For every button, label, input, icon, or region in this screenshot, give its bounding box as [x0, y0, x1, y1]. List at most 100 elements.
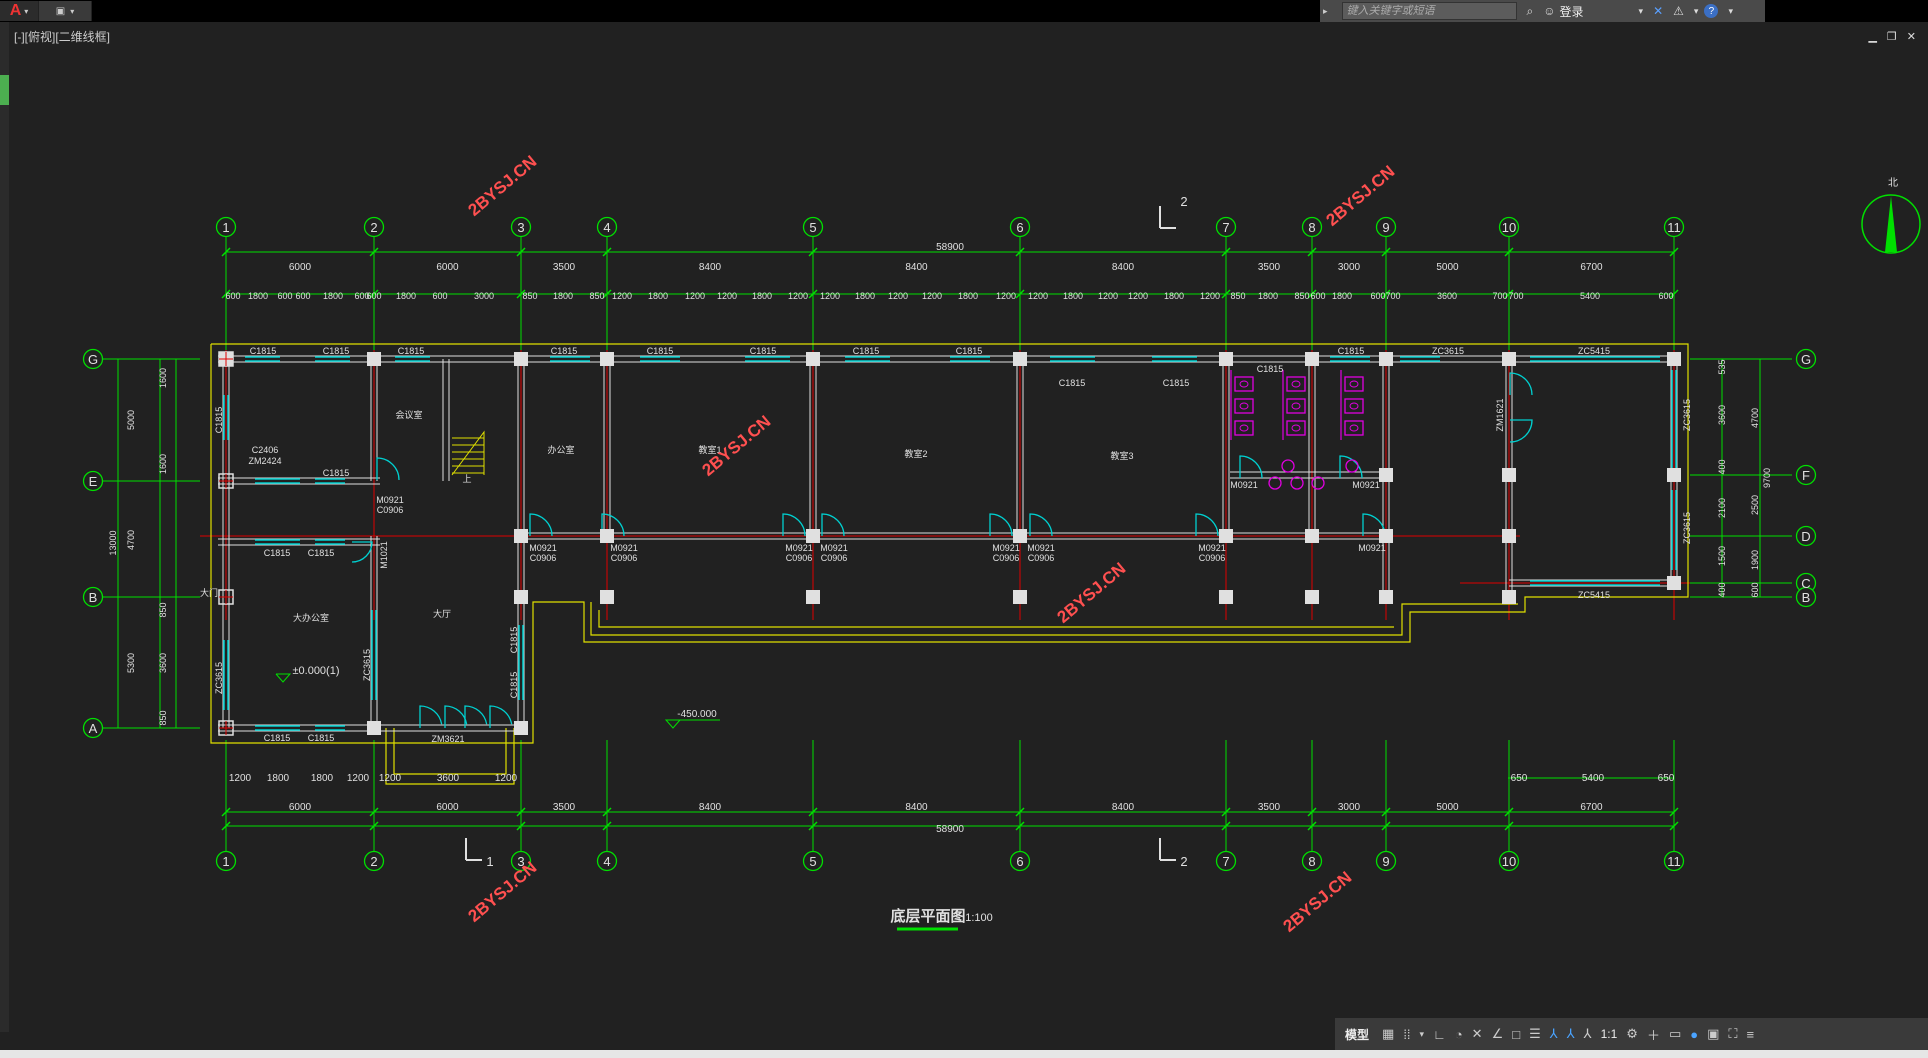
drawing-canvas[interactable]: 北11223344556677889910101111GEBAGFDCB21 25…: [9, 40, 1928, 1015]
opening-label: C0906: [530, 553, 557, 563]
hardware-accel-icon[interactable]: ▣: [1707, 1026, 1719, 1042]
chevron-down-icon[interactable]: ▾: [1420, 1029, 1425, 1040]
opening-label: C1815: [551, 346, 578, 356]
chevron-down-icon[interactable]: ▾: [1639, 6, 1644, 17]
column: [1219, 529, 1233, 543]
sub-dimension-text: 1200: [612, 291, 632, 301]
annotation-scale-value[interactable]: 1:1: [1601, 1027, 1618, 1041]
toilet-bowl: [1291, 380, 1301, 388]
exchange-icon[interactable]: ✕: [1653, 4, 1663, 18]
isolate-objects-icon[interactable]: ●: [1690, 1027, 1698, 1042]
ortho-icon[interactable]: ∟: [1433, 1027, 1446, 1042]
lineweight-icon[interactable]: ☰: [1529, 1026, 1541, 1042]
chevron-down-icon: ▾: [70, 6, 75, 16]
column: [514, 590, 528, 604]
dimension-text: 400: [1717, 459, 1727, 474]
snap-icon[interactable]: ⁞⁞: [1403, 1027, 1410, 1042]
sub-dimension-text: 850: [589, 291, 604, 301]
room-name: 上: [462, 474, 471, 484]
opening-label: C0906: [1028, 553, 1055, 563]
axis-label: 2: [370, 220, 377, 235]
units-icon[interactable]: ▭: [1669, 1026, 1681, 1042]
sub-dimension-text: 1800: [396, 291, 416, 301]
login-button[interactable]: 登录: [1560, 3, 1584, 20]
axis-label: 3: [517, 220, 524, 235]
workspace-gear-icon[interactable]: ⚙: [1626, 1026, 1638, 1042]
room-name: 会议室: [395, 409, 422, 420]
help-icon[interactable]: ?: [1704, 4, 1719, 18]
toilet-bowl: [1349, 380, 1359, 388]
axis-label: B: [89, 590, 98, 605]
grid-icon[interactable]: ▦: [1382, 1026, 1394, 1042]
sub-dimension-text: 650: [1658, 773, 1675, 784]
watermark-text: 2BYSJ.CN: [465, 152, 541, 220]
sub-dimension-text: 850: [522, 291, 537, 301]
column: [514, 352, 528, 366]
section-number: 2: [1180, 854, 1187, 869]
osnap-icon[interactable]: ∠: [1492, 1026, 1504, 1042]
sub-dimension-text: 1800: [267, 773, 290, 784]
dynamic-ucs-icon[interactable]: □: [1512, 1027, 1520, 1042]
opening-label: C2406: [252, 445, 279, 455]
dimension-text: 5000: [126, 410, 136, 430]
clean-screen-icon[interactable]: ⛶: [1728, 1026, 1737, 1042]
axis-label: 7: [1222, 854, 1229, 869]
sink: [1345, 459, 1359, 473]
application-menu-button[interactable]: A ▾: [0, 1, 39, 21]
dimension-text: 2100: [1717, 498, 1727, 518]
dimension-text: 8400: [905, 262, 928, 273]
model-space-button[interactable]: 模型: [1341, 1026, 1373, 1043]
dimension-text: 8400: [905, 802, 928, 813]
sub-dimension-text: 1200: [1098, 291, 1118, 301]
opening-label: M0921: [1358, 543, 1386, 553]
toilet-fixture: [1286, 398, 1306, 414]
opening-label: C1815: [1059, 378, 1086, 388]
axis-label: E: [89, 474, 98, 489]
workspace-button[interactable]: ▣ ▾: [39, 1, 92, 21]
binoculars-icon[interactable]: ⌕: [1527, 4, 1534, 19]
sub-dimension-text: 1200: [379, 773, 402, 784]
opening-label: ZC3615: [362, 649, 372, 681]
annotation-scale-icon[interactable]: ⅄: [1584, 1026, 1592, 1042]
dimension-text: 5000: [1436, 262, 1459, 273]
sub-dimension-text: 600: [366, 291, 381, 301]
opening-label: ZC3615: [214, 662, 224, 694]
opening-label: M0921: [1198, 543, 1226, 553]
door-swing: [1239, 455, 1263, 479]
drawing-scale: 1:100: [965, 912, 993, 924]
opening-label: C1815: [250, 346, 277, 356]
room-name: 办公室: [547, 444, 574, 455]
customize-menu-icon[interactable]: ≡: [1747, 1027, 1755, 1042]
opening-label: ZC5415: [1578, 590, 1610, 600]
opening-label: C0906: [993, 553, 1020, 563]
drawing-annotations: 北11223344556677889910101111GEBAGFDCB21 25…: [88, 152, 1898, 936]
column: [1305, 352, 1319, 366]
sub-dimension-text: 1800: [311, 773, 334, 784]
user-icon[interactable]: ☺: [1543, 4, 1555, 18]
dimension-text: 1500: [1717, 546, 1727, 566]
plus-icon[interactable]: ＋: [1647, 1025, 1660, 1044]
axis-label: 5: [809, 220, 816, 235]
column: [1502, 352, 1516, 366]
chevron-down-icon[interactable]: ▾: [1694, 6, 1699, 17]
annotation-visibility-icon[interactable]: ⅄: [1550, 1026, 1558, 1042]
search-input[interactable]: [1341, 2, 1517, 20]
chevron-down-icon[interactable]: ▾: [1728, 6, 1733, 17]
toilet-bowl: [1239, 424, 1249, 432]
dimension-text: 6000: [436, 802, 459, 813]
dimension-text: 1900: [1750, 550, 1760, 570]
autoscale-icon[interactable]: ⅄: [1567, 1026, 1575, 1042]
opening-label: C1815: [308, 548, 335, 558]
door-swing: [376, 457, 400, 481]
expand-arrow-icon[interactable]: ▸: [1323, 6, 1328, 17]
column: [1305, 529, 1319, 543]
opening-label: C1815: [323, 346, 350, 356]
isodraft-icon[interactable]: ✕: [1472, 1026, 1483, 1042]
sub-dimension-text: 1800: [1063, 291, 1083, 301]
opening-label: ZM3621: [431, 734, 464, 744]
a360-icon[interactable]: ⚠: [1673, 4, 1684, 18]
section-number: 2: [1180, 194, 1187, 209]
opening-label: M0921: [1230, 480, 1258, 490]
opening-label: M0921: [1027, 543, 1055, 553]
polar-icon[interactable]: ◔: [1455, 1027, 1463, 1042]
